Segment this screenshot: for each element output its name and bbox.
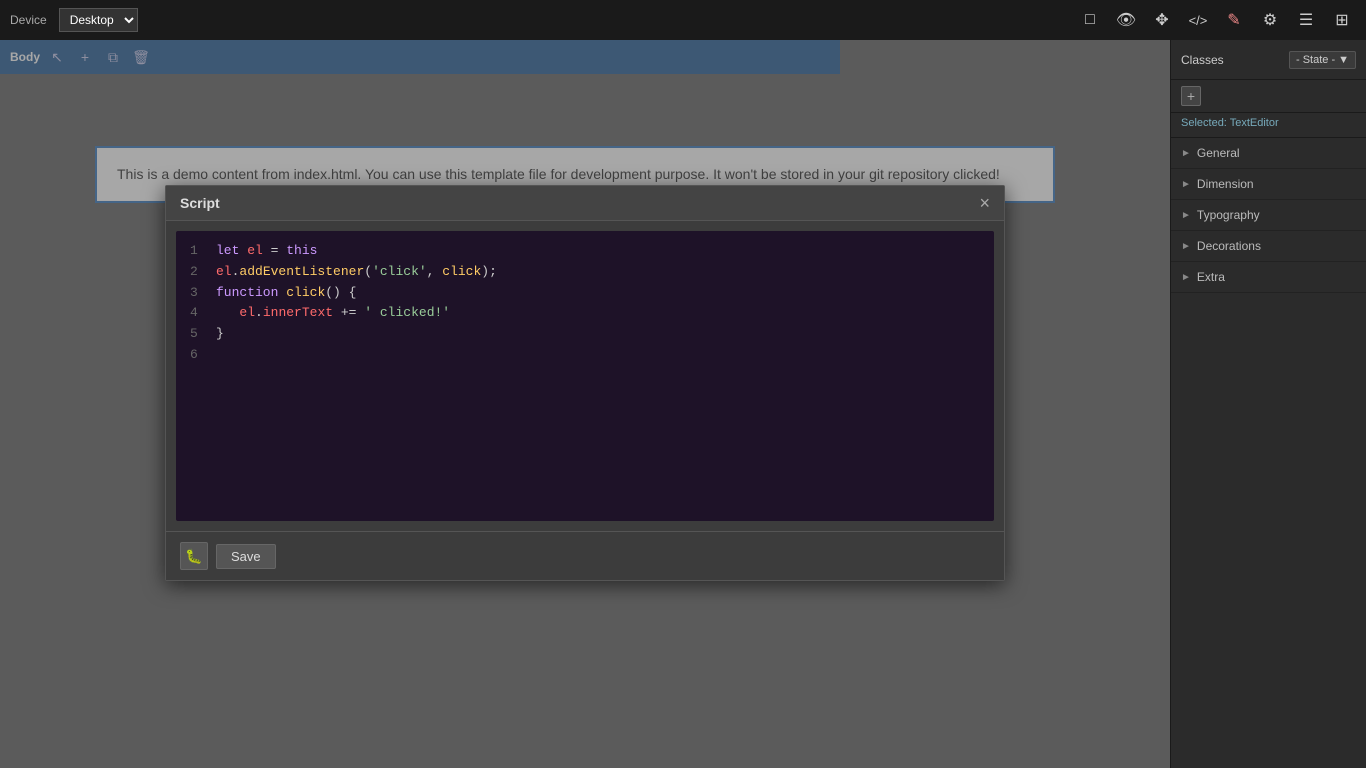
line-num-1: 1 <box>190 241 200 262</box>
menu-icon[interactable]: ☰ <box>1292 6 1320 34</box>
extra-arrow: ► <box>1181 272 1191 283</box>
modal-title: Script <box>180 195 220 211</box>
device-select[interactable]: Desktop Tablet Mobile <box>59 8 138 32</box>
line-num-3: 3 <box>190 283 200 304</box>
right-panel: Classes - State - ▼ + Selected: TextEdit… <box>1170 40 1366 768</box>
typography-section[interactable]: ► Typography <box>1171 200 1366 231</box>
selected-info: Selected: TextEditor <box>1171 113 1366 138</box>
decorations-section[interactable]: ► Decorations <box>1171 231 1366 262</box>
code-content-6 <box>216 345 980 366</box>
script-modal: Script × 1 let el = this <box>165 185 1005 581</box>
dimension-section[interactable]: ► Dimension <box>1171 169 1366 200</box>
general-label: General <box>1197 146 1240 160</box>
save-button[interactable]: Save <box>216 544 276 569</box>
code-line-1: 1 let el = this <box>190 241 980 262</box>
code-line-2: 2 el.addEventListener('click', click); <box>190 262 980 283</box>
grid-icon[interactable]: ⊞ <box>1328 6 1356 34</box>
extra-label: Extra <box>1197 270 1225 284</box>
modal-header: Script × <box>166 186 1004 221</box>
main-layout: Body ↖ + ⧉ 🗑 This is a demo content from… <box>0 40 1366 768</box>
code-line-5: 5 } <box>190 324 980 345</box>
code-content-1: let el = this <box>216 241 980 262</box>
state-button[interactable]: - State - ▼ <box>1289 51 1356 69</box>
code-content-3: function click() { <box>216 283 980 304</box>
decorations-arrow: ► <box>1181 241 1191 252</box>
line-num-5: 5 <box>190 324 200 345</box>
modal-footer: 🐛 Save <box>166 531 1004 580</box>
code-content-5: } <box>216 324 980 345</box>
code-line-4: 4 el.innerText += ' clicked!' <box>190 303 980 324</box>
settings-icon[interactable]: ⚙ <box>1256 6 1284 34</box>
device-label: Device <box>10 13 47 27</box>
eye-icon[interactable]: 👁 <box>1112 6 1140 34</box>
general-arrow: ► <box>1181 148 1191 159</box>
add-class-row: + <box>1171 80 1366 113</box>
decorations-label: Decorations <box>1197 239 1261 253</box>
modal-overlay: Script × 1 let el = this <box>0 40 1170 768</box>
add-class-button[interactable]: + <box>1181 86 1201 106</box>
code-content-4: el.innerText += ' clicked!' <box>216 303 980 324</box>
line-num-6: 6 <box>190 345 200 366</box>
panel-header: Classes - State - ▼ <box>1171 40 1366 80</box>
square-icon[interactable]: □ <box>1076 6 1104 34</box>
typography-label: Typography <box>1197 208 1260 222</box>
debug-button[interactable]: 🐛 <box>180 542 208 570</box>
code-line-3: 3 function click() { <box>190 283 980 304</box>
top-toolbar: Device Desktop Tablet Mobile □ 👁 ✥ </> ✎… <box>0 0 1366 40</box>
dimension-label: Dimension <box>1197 177 1254 191</box>
line-num-2: 2 <box>190 262 200 283</box>
code-editor[interactable]: 1 let el = this 2 el.addEven <box>176 231 994 521</box>
code-content-2: el.addEventListener('click', click); <box>216 262 980 283</box>
extra-section[interactable]: ► Extra <box>1171 262 1366 293</box>
fullscreen-icon[interactable]: ✥ <box>1148 6 1176 34</box>
dimension-arrow: ► <box>1181 179 1191 190</box>
modal-close-button[interactable]: × <box>979 194 990 212</box>
classes-label: Classes <box>1181 53 1224 67</box>
typography-arrow: ► <box>1181 210 1191 221</box>
general-section[interactable]: ► General <box>1171 138 1366 169</box>
code-line-6: 6 <box>190 345 980 366</box>
line-num-4: 4 <box>190 303 200 324</box>
code-icon[interactable]: </> <box>1184 6 1212 34</box>
canvas-area: Body ↖ + ⧉ 🗑 This is a demo content from… <box>0 40 1170 768</box>
brush-icon[interactable]: ✎ <box>1220 6 1248 34</box>
